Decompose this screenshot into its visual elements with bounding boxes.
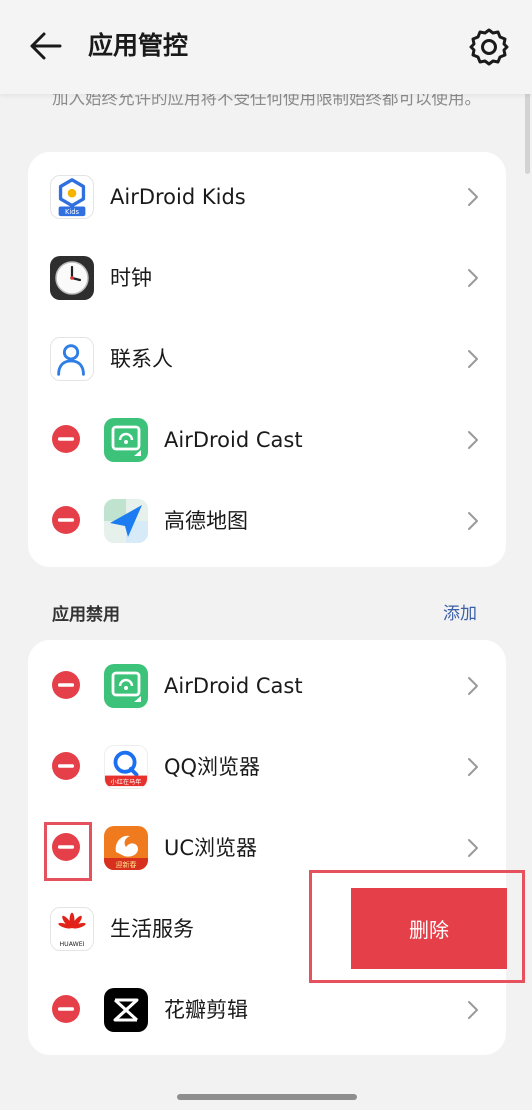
page-title: 应用管控 [88,31,189,60]
clock-icon [50,256,94,300]
uc-browser-icon: 迎新春 [104,826,148,870]
contacts-icon [50,337,94,381]
disabled-row-airdroid-cast[interactable]: AirDroid Cast [28,645,506,726]
airdroid-cast-icon [104,664,148,708]
app-name: 花瓣剪辑 [164,998,248,1022]
app-row-airdroid-cast[interactable]: AirDroid Cast [28,399,506,480]
qq-browser-icon: 小红在马年 [104,745,148,789]
app-name: AirDroid Kids [110,185,246,209]
highlight-box-minus [44,822,92,881]
app-name: AirDroid Cast [164,428,303,452]
remove-minus-icon[interactable] [51,505,81,535]
airdroid-cast-icon [104,418,148,462]
chevron-right-icon [468,512,478,530]
huawei-icon: HUAWEI [50,907,94,951]
gesture-navigation-bar[interactable] [177,1094,357,1100]
app-name: 生活服务 [110,917,194,941]
always-allowed-card: Kids AirDroid Kids 时钟 联系人 AirDroid Cast … [28,152,506,567]
app-name: AirDroid Cast [164,674,303,698]
app-name: QQ浏览器 [164,755,261,779]
remove-minus-icon[interactable] [51,670,81,700]
remove-minus-icon[interactable] [51,994,81,1024]
app-name: 高德地图 [164,509,248,533]
chevron-right-icon [468,431,478,449]
add-link[interactable]: 添加 [443,602,477,626]
kids-badge-text: Kids [65,208,79,216]
app-row-clock[interactable]: 时钟 [28,237,506,318]
remove-minus-icon[interactable] [51,751,81,781]
petal-clip-icon [104,988,148,1032]
app-row-amap[interactable]: 高德地图 [28,480,506,561]
chevron-right-icon [468,188,478,206]
disabled-row-qq-browser[interactable]: 小红在马年 QQ浏览器 [28,726,506,807]
top-app-bar: 应用管控 [0,0,532,94]
section-title-disabled: 应用禁用 [52,605,120,625]
app-name: UC浏览器 [164,836,258,860]
chevron-right-icon [468,758,478,776]
chevron-right-icon [468,269,478,287]
gear-icon[interactable] [468,26,510,68]
back-arrow-icon[interactable] [26,28,66,64]
uc-badge-text: 迎新春 [116,860,137,869]
airdroid-kids-icon: Kids [50,175,94,219]
highlight-box-delete [309,870,525,983]
remove-minus-icon[interactable] [51,424,81,454]
disabled-apps-card: AirDroid Cast 小红在马年 QQ浏览器 迎新春 UC浏览器 HUAW… [28,640,506,1055]
chevron-right-icon [468,1001,478,1019]
app-row-contacts[interactable]: 联系人 [28,318,506,399]
app-row-airdroid-kids[interactable]: Kids AirDroid Kids [28,156,506,237]
app-name: 联系人 [110,347,173,371]
qq-badge-text: 小红在马年 [111,778,142,786]
app-name: 时钟 [110,266,152,290]
chevron-right-icon [468,350,478,368]
huawei-badge-text: HUAWEI [60,941,85,948]
chevron-right-icon [468,839,478,857]
chevron-right-icon [468,677,478,695]
amap-icon [104,499,148,543]
